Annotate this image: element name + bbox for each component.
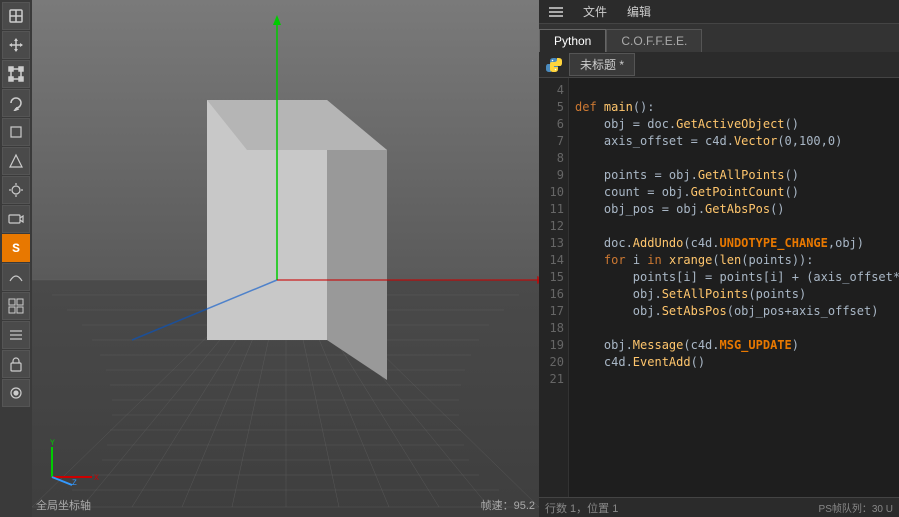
hamburger-menu[interactable] — [545, 5, 567, 19]
line-num-4: 4 — [539, 82, 564, 99]
line-num-8: 8 — [539, 150, 564, 167]
tool-light[interactable] — [2, 176, 30, 204]
svg-text:Y: Y — [50, 439, 55, 448]
line-num-13: 13 — [539, 235, 564, 252]
svg-text:X: X — [94, 474, 99, 483]
menu-line-3 — [549, 15, 563, 17]
tool-sculpt[interactable]: S — [2, 234, 30, 262]
tool-object[interactable] — [2, 118, 30, 146]
tool-shape[interactable] — [2, 147, 30, 175]
menu-file[interactable]: 文件 — [579, 1, 611, 22]
script-file-bar: 未标题 * — [539, 52, 899, 78]
line-num-19: 19 — [539, 337, 564, 354]
left-toolbar: S — [0, 0, 32, 517]
line-num-14: 14 — [539, 252, 564, 269]
line-num-17: 17 — [539, 303, 564, 320]
line-num-20: 20 — [539, 354, 564, 371]
script-menubar: 文件 编辑 — [539, 0, 899, 24]
code-editor[interactable]: def main(): obj = doc.GetActiveObject() … — [569, 78, 899, 497]
line-num-12: 12 — [539, 218, 564, 235]
tool-camera[interactable] — [2, 205, 30, 233]
line-num-10: 10 — [539, 184, 564, 201]
tool-lock[interactable] — [2, 350, 30, 378]
status-right: PS帧队列：30 U — [819, 500, 893, 515]
tool-grid[interactable] — [2, 292, 30, 320]
tool-deform[interactable] — [2, 263, 30, 291]
script-tab[interactable]: 未标题 * — [569, 53, 635, 76]
status-bar: 行数 1，位置 1 PS帧队列：30 U — [539, 497, 899, 517]
tool-paint[interactable] — [2, 379, 30, 407]
line-num-6: 6 — [539, 116, 564, 133]
menu-edit[interactable]: 编辑 — [623, 1, 655, 22]
viewport-3d[interactable]: Y X Z 全局坐标轴 帧速：95.2 — [32, 0, 539, 517]
viewport-fps-label: 帧速：95.2 — [481, 497, 535, 513]
python-logo-icon — [545, 56, 563, 74]
sculpt-label: S — [12, 241, 20, 256]
script-editor-panel: 文件 编辑 Python C.O.F.F.E.E. 未标题 * 4 5 6 7 … — [539, 0, 899, 517]
language-tabs: Python C.O.F.F.E.E. — [539, 24, 899, 52]
line-num-11: 11 — [539, 201, 564, 218]
tool-rotate[interactable] — [2, 89, 30, 117]
svg-text:Z: Z — [72, 479, 77, 487]
line-num-21: 21 — [539, 371, 564, 388]
line-num-16: 16 — [539, 286, 564, 303]
status-position: 行数 1，位置 1 — [545, 500, 618, 516]
tool-layers[interactable] — [2, 321, 30, 349]
line-num-15: 15 — [539, 269, 564, 286]
line-numbers: 4 5 6 7 8 9 10 11 12 13 14 15 16 17 18 1… — [539, 78, 569, 497]
menu-line-1 — [549, 7, 563, 9]
menu-line-2 — [549, 11, 563, 13]
viewport-coord-label: 全局坐标轴 — [36, 497, 91, 513]
tool-select[interactable] — [2, 2, 30, 30]
code-area[interactable]: 4 5 6 7 8 9 10 11 12 13 14 15 16 17 18 1… — [539, 78, 899, 497]
tab-coffee[interactable]: C.O.F.F.E.E. — [606, 29, 702, 52]
line-num-7: 7 — [539, 133, 564, 150]
tool-move[interactable] — [2, 31, 30, 59]
tool-scale[interactable] — [2, 60, 30, 88]
line-num-18: 18 — [539, 320, 564, 337]
axis-indicator: Y X Z — [42, 437, 102, 487]
tab-python[interactable]: Python — [539, 29, 606, 52]
line-num-9: 9 — [539, 167, 564, 184]
line-num-5: 5 — [539, 99, 564, 116]
